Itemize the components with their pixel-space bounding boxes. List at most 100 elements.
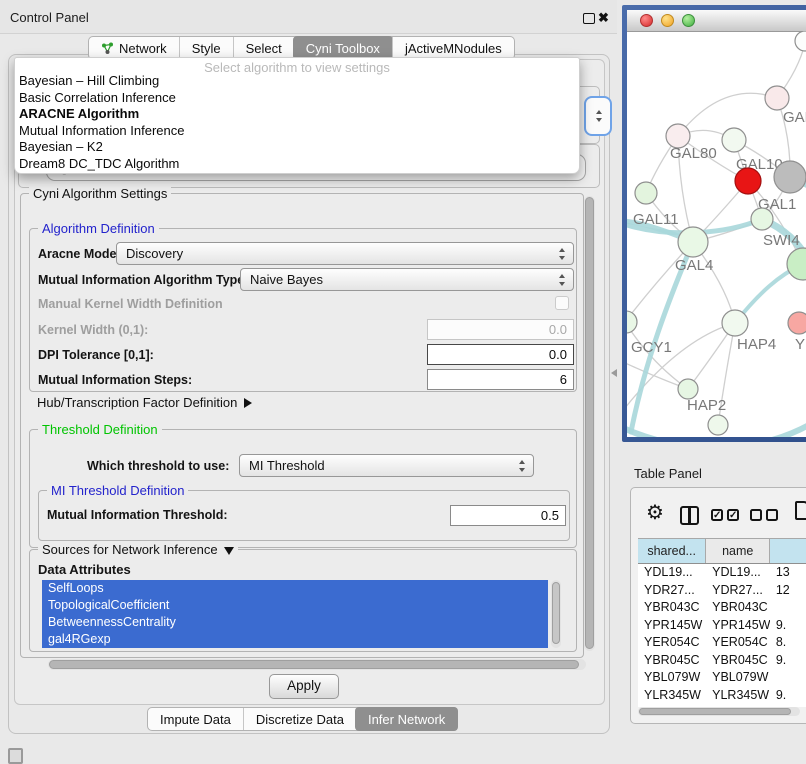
table-cell[interactable]: YER054C — [638, 634, 706, 652]
network-canvas-area[interactable]: GALGAL80GAL10GAL1GAL11SWI4GAL4GCY1HAP4YH… — [627, 10, 806, 437]
network-node-hap4[interactable] — [722, 310, 748, 336]
network-node-y[interactable] — [788, 312, 806, 334]
algorithm-item-mutual-information-inference[interactable]: Mutual Information Inference — [15, 123, 579, 140]
table-cell[interactable]: 9. — [770, 652, 806, 670]
checked-checkbox-icon[interactable]: ✓ — [727, 509, 739, 521]
tab-style[interactable]: Style — [179, 37, 233, 59]
table-cell[interactable]: YDL19... — [638, 564, 706, 582]
minimize-traffic-light-icon[interactable] — [661, 14, 674, 27]
network-node-swi4[interactable] — [751, 208, 773, 230]
mi-threshold-field[interactable]: 0.5 — [450, 505, 566, 526]
table-row[interactable]: YER054CYER054C8. — [638, 634, 806, 652]
checked-checkbox-icon[interactable]: ✓ — [711, 509, 723, 521]
settings-vertical-scrollbar[interactable] — [584, 196, 595, 651]
table-row[interactable]: YPR145WYPR145W9. — [638, 617, 806, 635]
manual-kernel-checkbox[interactable] — [555, 296, 569, 310]
network-graph[interactable]: GALGAL80GAL10GAL1GAL11SWI4GAL4GCY1HAP4YH… — [627, 31, 806, 437]
table-cell[interactable]: 8. — [770, 634, 806, 652]
table-cell[interactable]: YBR043C — [638, 599, 706, 617]
bottom-tab-impute-data[interactable]: Impute Data — [148, 708, 243, 730]
table-row[interactable]: YBL079WYBL079W — [638, 669, 806, 687]
document-icon[interactable] — [795, 501, 806, 520]
table-cell[interactable]: YDL19... — [706, 564, 770, 582]
table-horizontal-scrollbar[interactable] — [638, 707, 800, 716]
columns-icon[interactable] — [680, 506, 699, 525]
table-cell[interactable] — [770, 669, 806, 687]
unchecked-checkbox-icon[interactable] — [766, 509, 778, 521]
algorithm-item-bayesian-hill-climbing[interactable]: Bayesian – Hill Climbing — [15, 73, 579, 90]
table-cell[interactable]: YER054C — [706, 634, 770, 652]
table-cell[interactable]: YBL079W — [706, 669, 770, 687]
table-cell[interactable]: YLR345W — [706, 687, 770, 705]
network-node[interactable] — [774, 161, 806, 193]
float-window-icon[interactable] — [583, 13, 595, 24]
table-row[interactable]: YDL19...YDL19...13 — [638, 564, 806, 582]
bottom-tab-infer-network[interactable]: Infer Network — [355, 707, 458, 731]
network-node-hap2[interactable] — [678, 379, 698, 399]
unchecked-checkbox-icon[interactable] — [750, 509, 762, 521]
attribute-item-selfloops[interactable]: SelfLoops — [42, 580, 548, 597]
network-node-gcy1[interactable] — [627, 311, 637, 333]
algorithm-list: Bayesian – Hill ClimbingBasic Correlatio… — [15, 73, 579, 172]
table-cell[interactable]: YBL079W — [638, 669, 706, 687]
bottom-tab-discretize-data[interactable]: Discretize Data — [243, 708, 356, 730]
table-row[interactable]: YLR345WYLR345W9. — [638, 687, 806, 705]
table-row[interactable]: YBR043CYBR043C — [638, 599, 806, 617]
network-node[interactable] — [795, 31, 806, 51]
table-cell[interactable]: YBR045C — [706, 652, 770, 670]
table-cell[interactable]: 12 — [770, 582, 806, 600]
attributes-scrollbar[interactable] — [551, 580, 561, 648]
network-node[interactable] — [787, 248, 806, 280]
tab-label: Discretize Data — [256, 712, 344, 727]
table-cell[interactable]: YPR145W — [706, 617, 770, 635]
table-cell[interactable]: YLR345W — [638, 687, 706, 705]
table-cell[interactable]: 9. — [770, 687, 806, 705]
table-cell[interactable]: YDR27... — [638, 582, 706, 600]
mi-type-select[interactable]: Naive Bayes — [240, 268, 574, 291]
column-header-name[interactable]: name — [706, 539, 770, 563]
sources-toggle[interactable]: Sources for Network Inference — [38, 542, 238, 557]
table-cell[interactable]: 13 — [770, 564, 806, 582]
table-row[interactable]: YDR27...YDR27...12 — [638, 582, 806, 600]
table-cell[interactable]: 9. — [770, 617, 806, 635]
which-threshold-select[interactable]: MI Threshold — [239, 454, 534, 477]
close-icon[interactable]: ✖ — [598, 10, 609, 26]
table-cell[interactable]: YBR045C — [638, 652, 706, 670]
network-node-gal10[interactable] — [722, 128, 746, 152]
aracne-mode-select[interactable]: Discovery — [116, 242, 574, 265]
hub-section-toggle[interactable]: Hub/Transcription Factor Definition — [37, 395, 252, 410]
attribute-item-gal4rgexp[interactable]: gal4RGexp — [42, 631, 548, 648]
kernel-width-field[interactable]: 0.0 — [427, 319, 574, 340]
attribute-item-topologicalcoefficient[interactable]: TopologicalCoefficient — [42, 597, 548, 614]
table-row[interactable]: YBR045CYBR045C9. — [638, 652, 806, 670]
tab-network[interactable]: Network — [89, 37, 179, 59]
column-header-shared-name[interactable]: shared... — [638, 539, 706, 563]
network-node-gal1[interactable] — [735, 168, 761, 194]
table-cell[interactable]: YDR27... — [706, 582, 770, 600]
node-label: GAL11 — [633, 211, 679, 228]
settings-horizontal-scrollbar[interactable] — [48, 659, 586, 670]
zoom-traffic-light-icon[interactable] — [682, 14, 695, 27]
aracne-mode-label: Aracne Mode: — [38, 247, 121, 261]
network-node[interactable] — [708, 415, 728, 435]
network-node-gal4[interactable] — [678, 227, 708, 257]
dpi-tolerance-field[interactable]: 0.0 — [427, 344, 574, 365]
table-cell[interactable]: YPR145W — [638, 617, 706, 635]
close-traffic-light-icon[interactable] — [640, 14, 653, 27]
algorithm-item-aracne-algorithm[interactable]: ARACNE Algorithm — [15, 106, 579, 123]
algorithm-item-dream8-dc-tdc-algorithm[interactable]: Dream8 DC_TDC Algorithm — [15, 156, 579, 173]
algorithm-item-bayesian-k2[interactable]: Bayesian – K2 — [15, 139, 579, 156]
table-cell[interactable]: YBR043C — [706, 599, 770, 617]
apply-button[interactable]: Apply — [269, 674, 339, 699]
column-header-cut[interactable] — [770, 539, 806, 563]
network-node-gal11[interactable] — [635, 182, 657, 204]
tab-select[interactable]: Select — [233, 37, 294, 59]
gear-icon[interactable]: ⚙ — [646, 503, 664, 523]
algorithm-item-basic-correlation-inference[interactable]: Basic Correlation Inference — [15, 90, 579, 107]
network-node-gal[interactable] — [765, 86, 789, 110]
tab-jactivemnodules[interactable]: jActiveMNodules — [392, 37, 514, 59]
table-cell[interactable] — [770, 599, 806, 617]
mi-steps-field[interactable]: 6 — [427, 369, 574, 390]
splitter-collapse-icon[interactable] — [611, 369, 617, 377]
attribute-item-betweennesscentrality[interactable]: BetweennessCentrality — [42, 614, 548, 631]
